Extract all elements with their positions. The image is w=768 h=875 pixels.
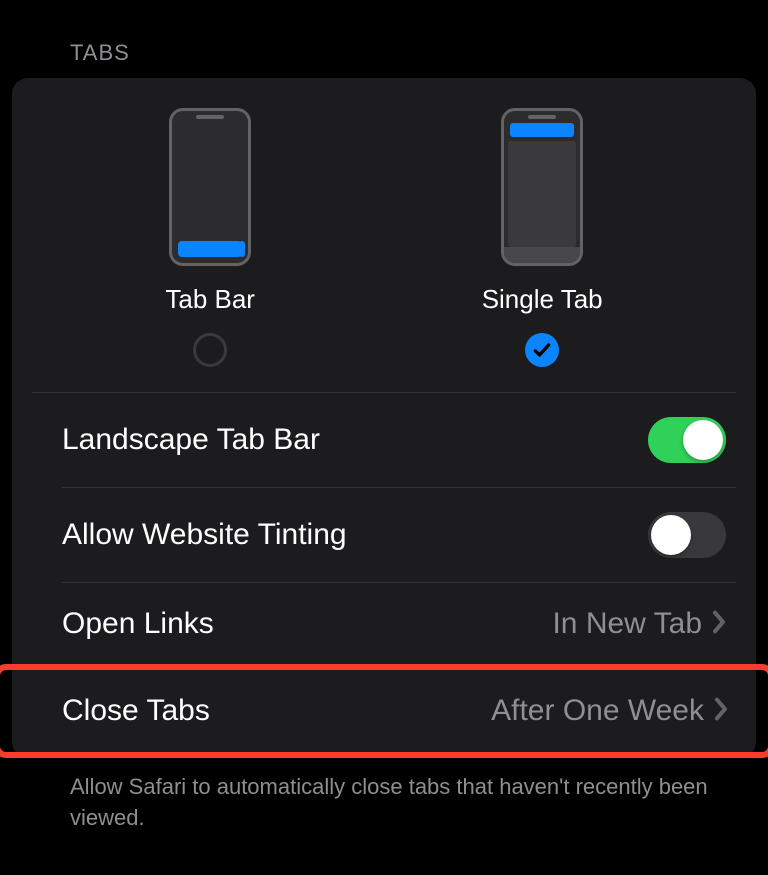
row-value-open-links: In New Tab bbox=[552, 607, 702, 641]
layout-label-singletab: Single Tab bbox=[482, 284, 603, 315]
tab-layout-picker: Tab Bar Single Tab bbox=[32, 78, 736, 393]
layout-label-tabbar: Tab Bar bbox=[165, 284, 255, 315]
layout-option-tabbar[interactable]: Tab Bar bbox=[165, 108, 255, 367]
section-header-tabs: TABS bbox=[0, 0, 768, 78]
section-footer-text: Allow Safari to automatically close tabs… bbox=[0, 758, 768, 834]
radio-selected-icon[interactable] bbox=[525, 333, 559, 367]
toggle-website-tinting[interactable] bbox=[648, 512, 726, 558]
row-value-close-tabs: After One Week bbox=[491, 694, 704, 728]
radio-unselected-icon[interactable] bbox=[193, 333, 227, 367]
row-open-links[interactable]: Open Links In New Tab bbox=[62, 583, 736, 665]
tabs-settings-group: Tab Bar Single Tab Landscape Tab Bar bbox=[12, 78, 756, 758]
toggle-landscape-tab-bar[interactable] bbox=[648, 417, 726, 463]
row-label: Allow Website Tinting bbox=[62, 518, 347, 552]
phone-preview-singletab bbox=[501, 108, 583, 266]
chevron-right-icon bbox=[712, 610, 726, 639]
row-label: Close Tabs bbox=[62, 694, 210, 728]
row-label: Open Links bbox=[62, 607, 214, 641]
row-allow-website-tinting[interactable]: Allow Website Tinting bbox=[62, 488, 736, 583]
row-close-tabs[interactable]: Close Tabs After One Week bbox=[0, 664, 768, 758]
phone-preview-tabbar bbox=[169, 108, 251, 266]
row-label: Landscape Tab Bar bbox=[62, 423, 320, 457]
chevron-right-icon bbox=[714, 697, 728, 726]
layout-option-singletab[interactable]: Single Tab bbox=[482, 108, 603, 367]
row-landscape-tab-bar[interactable]: Landscape Tab Bar bbox=[62, 393, 736, 488]
